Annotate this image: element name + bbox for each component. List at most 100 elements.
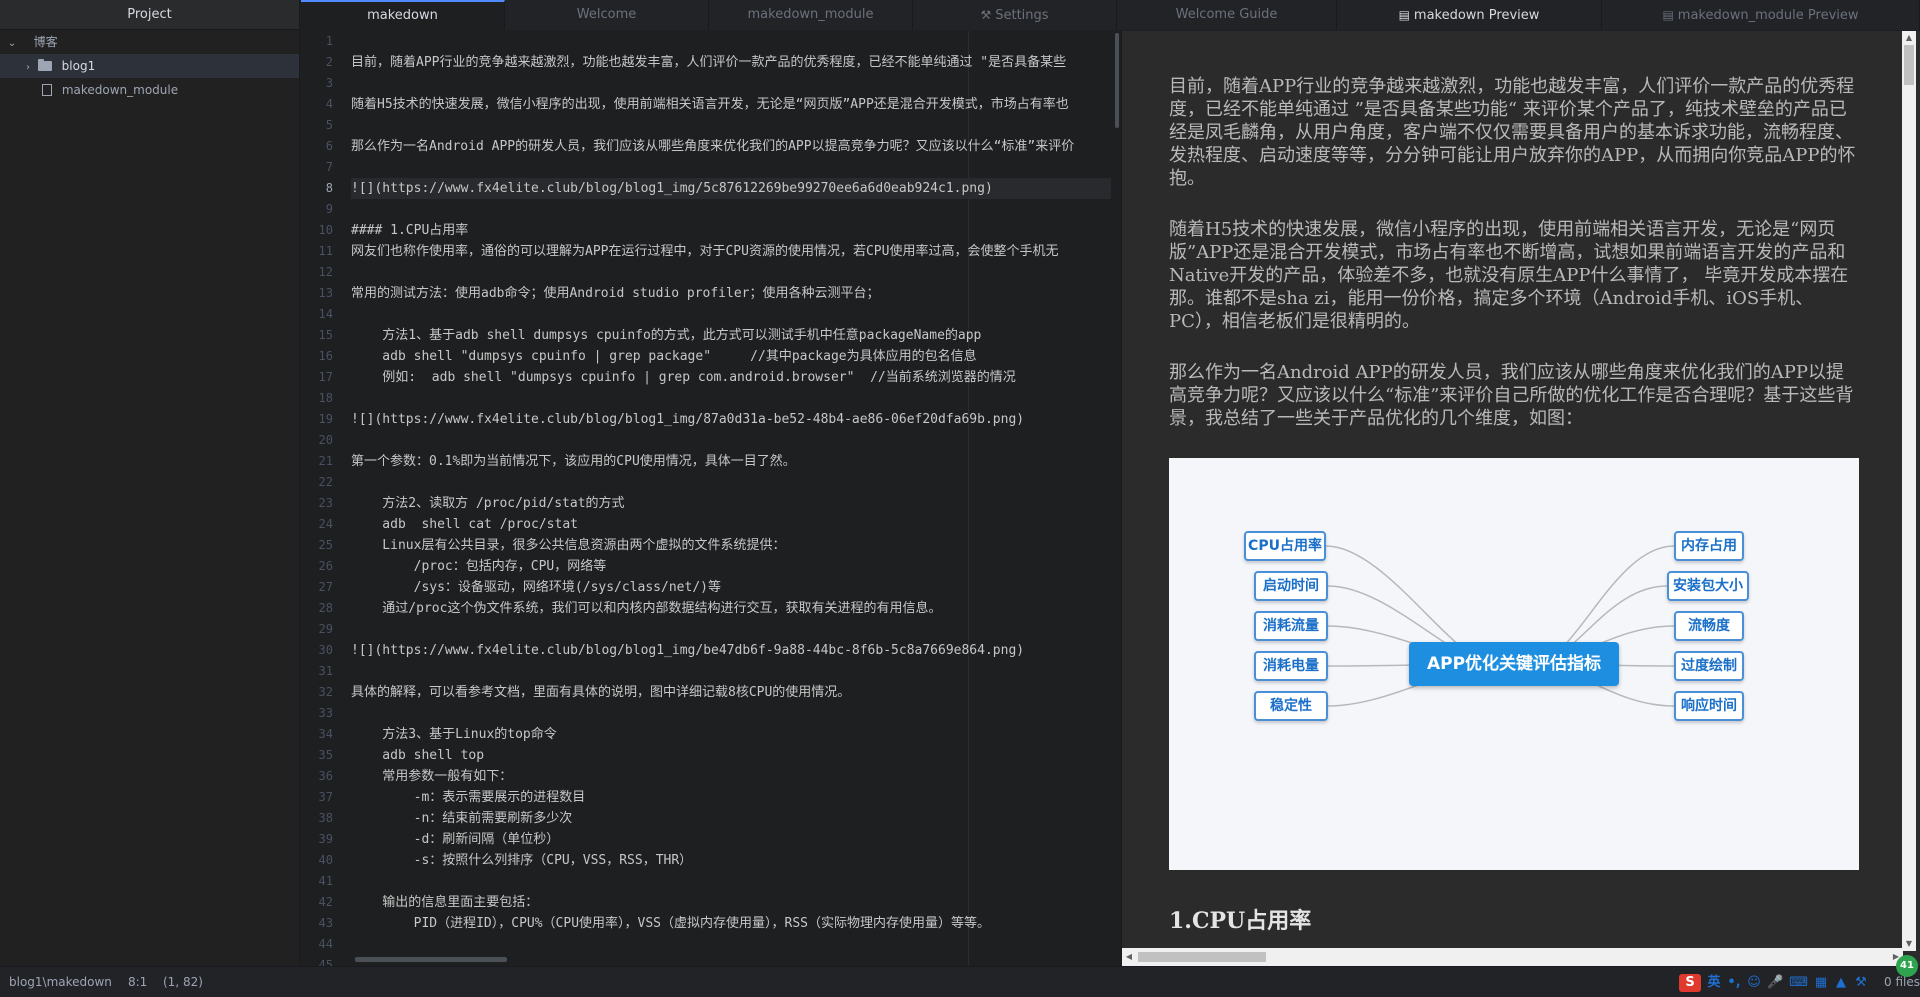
code-line[interactable]: Linux层有公共目录，很多公共信息资源由两个虚拟的文件系统提供： xyxy=(351,535,1111,556)
code-line[interactable]: /sys：设备驱动，网络环境(/sys/class/net/)等 xyxy=(351,577,1111,598)
code-line[interactable]: #### 1.CPU占用率 xyxy=(351,220,1111,241)
tab-makedown-module-preview[interactable]: ▤ makedown_module Preview xyxy=(1602,0,1920,30)
tab-makedown-module[interactable]: makedown_module xyxy=(709,0,913,30)
code-line[interactable]: /proc：包括内存，CPU，网络等 xyxy=(351,556,1111,577)
code-line[interactable] xyxy=(351,934,1111,955)
line-number[interactable]: 36 xyxy=(301,766,341,787)
code-line[interactable] xyxy=(351,304,1111,325)
code-line[interactable]: adb shell top xyxy=(351,745,1111,766)
editor-lines[interactable]: 目前，随着APP行业的竞争越来越激烈，功能也越发丰富，人们评价一款产品的优秀程度… xyxy=(351,31,1111,966)
code-line[interactable]: ![](https://www.fx4elite.club/blog/blog1… xyxy=(351,409,1111,430)
editor-vertical-scrollbar[interactable] xyxy=(1115,33,1119,128)
code-line[interactable] xyxy=(351,31,1111,52)
code-line[interactable] xyxy=(351,871,1111,892)
wrench-icon[interactable]: ⚒ xyxy=(1854,974,1868,992)
line-number[interactable]: 39 xyxy=(301,829,341,850)
line-number[interactable]: 20 xyxy=(301,430,341,451)
line-number[interactable]: 15 xyxy=(301,325,341,346)
scroll-up-arrow-icon[interactable]: ▲ xyxy=(1902,31,1916,45)
microphone-icon[interactable]: 🎤 xyxy=(1767,974,1783,992)
line-number[interactable]: 43 xyxy=(301,913,341,934)
line-number[interactable]: 3 xyxy=(301,73,341,94)
sogou-ime-icon[interactable]: S xyxy=(1679,974,1702,992)
preview-scroll-thumb[interactable] xyxy=(1904,45,1914,85)
code-line[interactable]: -n：结束前需要刷新多少次 xyxy=(351,808,1111,829)
line-number[interactable]: 27 xyxy=(301,577,341,598)
code-line[interactable]: 目前，随着APP行业的竞争越来越激烈，功能也越发丰富，人们评价一款产品的优秀程度… xyxy=(351,52,1111,73)
line-number[interactable]: 45 xyxy=(301,955,341,966)
code-line[interactable] xyxy=(351,262,1111,283)
line-number[interactable]: 18 xyxy=(301,388,341,409)
code-line[interactable]: 方法3、基于Linux的top命令 xyxy=(351,724,1111,745)
editor-horizontal-scrollbar[interactable] xyxy=(355,957,507,962)
line-number[interactable]: 14 xyxy=(301,304,341,325)
line-number[interactable]: 37 xyxy=(301,787,341,808)
line-number[interactable]: 34 xyxy=(301,724,341,745)
tab-welcome-guide[interactable]: Welcome Guide xyxy=(1117,0,1337,30)
tree-item-makedown-module[interactable]: makedown_module xyxy=(0,78,299,102)
code-line[interactable]: -s：按照什么列排序（CPU，VSS，RSS，THR） xyxy=(351,850,1111,871)
code-line[interactable]: 通过/proc这个伪文件系统，我们可以和内核内部数据结构进行交互，获取有关进程的… xyxy=(351,598,1111,619)
code-line[interactable]: 网友们也称作使用率，通俗的可以理解为APP在运行过程中，对于CPU资源的使用情况… xyxy=(351,241,1111,262)
line-number[interactable]: 38 xyxy=(301,808,341,829)
punctuation-icon[interactable]: •, xyxy=(1727,974,1741,992)
code-line[interactable]: 常用参数一般有如下： xyxy=(351,766,1111,787)
preview-vertical-scrollbar[interactable]: ▲ ▼ xyxy=(1902,31,1916,951)
line-number[interactable]: 42 xyxy=(301,892,341,913)
line-number[interactable]: 5 xyxy=(301,115,341,136)
line-number[interactable]: 28 xyxy=(301,598,341,619)
code-line[interactable]: adb shell "dumpsys cpuinfo | grep packag… xyxy=(351,346,1111,367)
line-number[interactable]: 25 xyxy=(301,535,341,556)
tab-welcome[interactable]: Welcome xyxy=(505,0,709,30)
code-line[interactable] xyxy=(351,703,1111,724)
line-number[interactable]: 30 xyxy=(301,640,341,661)
ime-lang-indicator[interactable]: 英 xyxy=(1707,974,1721,992)
line-number[interactable]: 41 xyxy=(301,871,341,892)
code-line[interactable] xyxy=(351,430,1111,451)
line-number[interactable]: 26 xyxy=(301,556,341,577)
line-number[interactable]: 44 xyxy=(301,934,341,955)
line-number[interactable]: 7 xyxy=(301,157,341,178)
markdown-preview[interactable]: 目前，随着APP行业的竞争越来越激烈，功能也越发丰富，人们评价一款产品的优秀程度… xyxy=(1121,31,1920,966)
tab-settings[interactable]: ⚒ Settings xyxy=(913,0,1117,30)
ime-toolbar[interactable]: S 英 •, ☺ 🎤 ⌨ ▦ ▲ ⚒ xyxy=(1679,973,1868,993)
line-number[interactable]: 21 xyxy=(301,451,341,472)
code-line[interactable]: 常用的测试方法：使用adb命令；使用Android studio profile… xyxy=(351,283,1111,304)
preview-horizontal-scrollbar[interactable]: ◀ ▶ xyxy=(1122,948,1903,966)
code-line[interactable] xyxy=(351,472,1111,493)
line-number[interactable]: 29 xyxy=(301,619,341,640)
grid-icon[interactable]: ▦ xyxy=(1814,974,1828,992)
code-line[interactable]: PID（进程ID），CPU%（CPU使用率），VSS（虚拟内存使用量），RSS（… xyxy=(351,913,1111,934)
code-line[interactable] xyxy=(351,157,1111,178)
line-number[interactable]: 35 xyxy=(301,745,341,766)
line-number[interactable]: 9 xyxy=(301,199,341,220)
scroll-down-arrow-icon[interactable]: ▼ xyxy=(1902,937,1916,951)
tab-makedown-preview[interactable]: ▤ makedown Preview xyxy=(1337,0,1602,30)
line-number[interactable]: 31 xyxy=(301,661,341,682)
shirt-icon[interactable]: ▲ xyxy=(1834,974,1848,992)
code-line[interactable]: 随着H5技术的快速发展，微信小程序的出现，使用前端相关语言开发，无论是“网页版”… xyxy=(351,94,1111,115)
code-line[interactable] xyxy=(351,199,1111,220)
code-line[interactable] xyxy=(351,115,1111,136)
line-number[interactable]: 4 xyxy=(301,94,341,115)
code-line[interactable]: 输出的信息里面主要包括： xyxy=(351,892,1111,913)
line-number[interactable]: 19 xyxy=(301,409,341,430)
scroll-left-arrow-icon[interactable]: ◀ xyxy=(1122,948,1136,966)
code-line[interactable]: ![](https://www.fx4elite.club/blog/blog1… xyxy=(351,640,1111,661)
code-line[interactable]: 第一个参数：0.1%即为当前情况下，该应用的CPU使用情况，具体一目了然。 xyxy=(351,451,1111,472)
status-cursor-position[interactable]: 8:1 xyxy=(128,967,147,997)
code-line[interactable] xyxy=(351,73,1111,94)
line-number[interactable]: 10 xyxy=(301,220,341,241)
line-number[interactable]: 8 xyxy=(301,178,341,199)
tree-item-blog1[interactable]: › blog1 xyxy=(0,54,299,78)
emoji-icon[interactable]: ☺ xyxy=(1747,974,1761,992)
line-number[interactable]: 32 xyxy=(301,682,341,703)
code-line[interactable] xyxy=(351,619,1111,640)
keyboard-icon[interactable]: ⌨ xyxy=(1789,974,1808,992)
code-line[interactable]: 那么作为一名Android APP的研发人员，我们应该从哪些角度来优化我们的AP… xyxy=(351,136,1111,157)
tab-makedown[interactable]: makedown xyxy=(301,0,505,30)
code-line[interactable]: 方法1、基于adb shell dumpsys cpuinfo的方式，此方式可以… xyxy=(351,325,1111,346)
tree-root[interactable]: ⌄ 博客 xyxy=(0,30,299,54)
line-number[interactable]: 17 xyxy=(301,367,341,388)
line-number[interactable]: 22 xyxy=(301,472,341,493)
